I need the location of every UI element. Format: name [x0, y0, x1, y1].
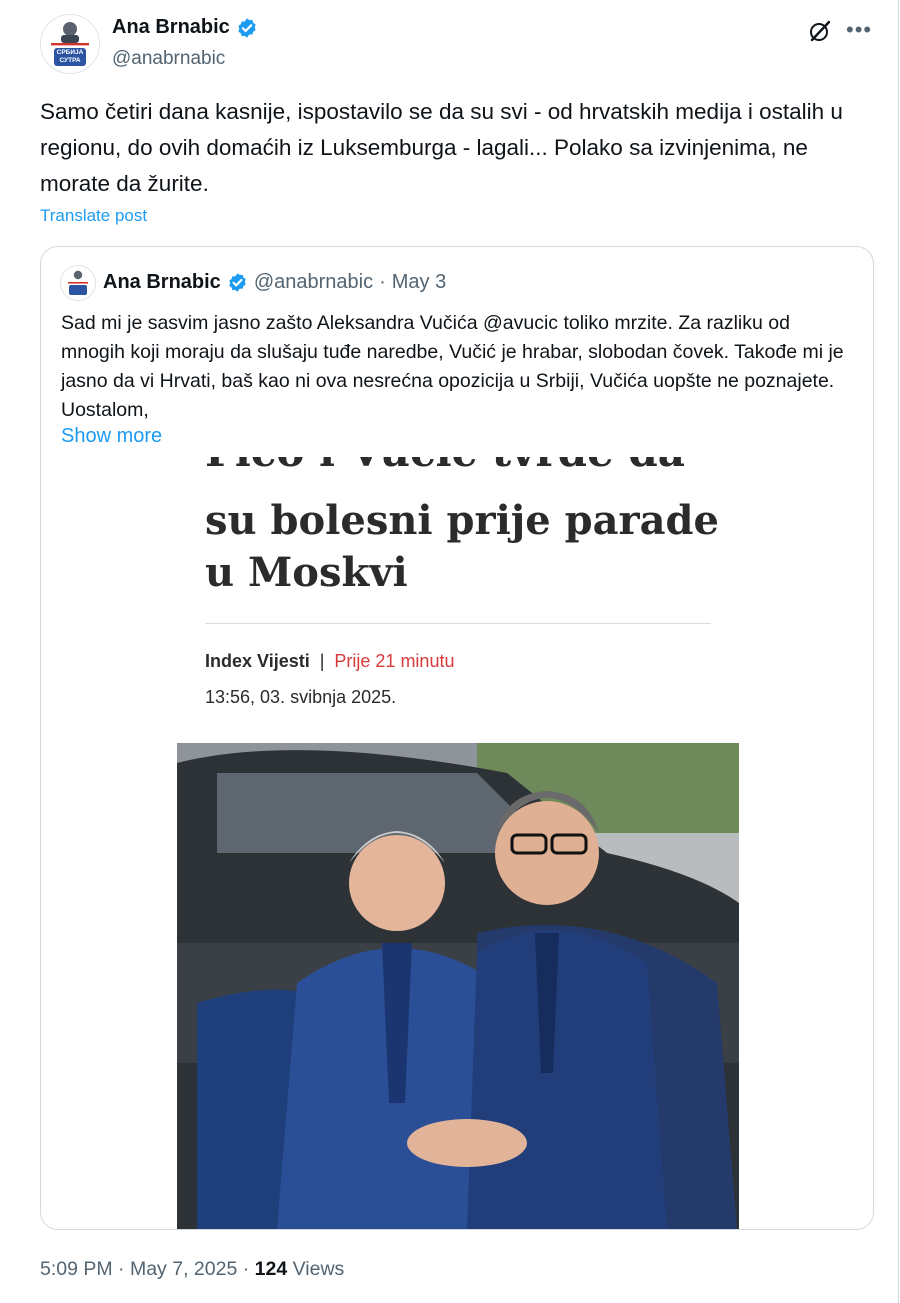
show-more-link[interactable]: Show more	[61, 425, 162, 448]
article-headline-cut: Fico i Vučić tvrde da	[205, 457, 805, 485]
byline-separator: |	[319, 651, 325, 671]
author-name[interactable]: Ana Brnabic	[112, 16, 230, 39]
article-time-ago: Prije 21 minutu	[334, 651, 455, 671]
article-headline-line: u Moskvi	[205, 549, 408, 596]
quoted-author-name[interactable]: Ana Brnabic	[103, 271, 221, 294]
grok-icon[interactable]	[808, 19, 832, 43]
tweet-text: Samo četiri dana kasnije, ispostavilo se…	[40, 99, 843, 196]
verified-badge-icon	[229, 273, 246, 292]
translate-post-link[interactable]: Translate post	[40, 206, 147, 226]
article-headline-cut-text: Fico i Vučić tvrde da	[205, 457, 685, 476]
avatar-badge-line: СУТРА	[59, 57, 81, 64]
quoted-text: Sad mi je sasvim jasno zašto Aleksandra …	[61, 312, 844, 421]
tweet-detail: СРБИЈА СУТРА Ana Brnabic @anabrnabic •••…	[0, 0, 899, 1303]
article-headline-line: su bolesni prije parade	[205, 497, 719, 544]
views-label: Views	[292, 1258, 345, 1280]
dot-separator: ·	[379, 271, 386, 293]
tweet-time[interactable]: 5:09 PM	[40, 1258, 113, 1280]
avatar-badge-line: СРБИЈА	[56, 49, 84, 56]
author-name-row[interactable]: Ana Brnabic	[112, 16, 258, 39]
article-source: Index Vijesti	[205, 651, 310, 671]
tweet-date[interactable]: May 7, 2025	[130, 1258, 237, 1280]
author-handle[interactable]: @anabrnabic	[112, 48, 225, 70]
quoted-author-handle[interactable]: @anabrnabic	[254, 271, 373, 294]
author-avatar[interactable]: СРБИЈА СУТРА	[40, 14, 100, 74]
article-photo	[177, 743, 739, 1229]
dot-separator: ·	[242, 1258, 255, 1280]
article-datetime: 13:56, 03. svibnja 2025.	[205, 687, 397, 707]
quoted-header: Ana Brnabic @anabrnabic · May 3	[103, 271, 446, 294]
tweet-meta-footer: 5:09 PM · May 7, 2025 · 124 Views	[40, 1258, 344, 1281]
article-headline: su bolesni prije parade u Moskvi	[205, 495, 765, 599]
quoted-date[interactable]: May 3	[392, 271, 446, 294]
quoted-tweet-card[interactable]: Ana Brnabic @anabrnabic · May 3 Sad mi j…	[40, 246, 874, 1230]
views-count: 124	[254, 1258, 288, 1280]
article-byline: Index Vijesti | Prije 21 minutu	[205, 651, 454, 672]
dot-separator: ·	[118, 1258, 130, 1280]
verified-badge-icon	[238, 17, 256, 38]
more-icon[interactable]: •••	[846, 17, 872, 43]
quoted-author-avatar[interactable]	[60, 265, 96, 301]
article-divider	[205, 623, 711, 624]
article-screenshot-image[interactable]: Fico i Vučić tvrde da su bolesni prije p…	[41, 455, 873, 1229]
